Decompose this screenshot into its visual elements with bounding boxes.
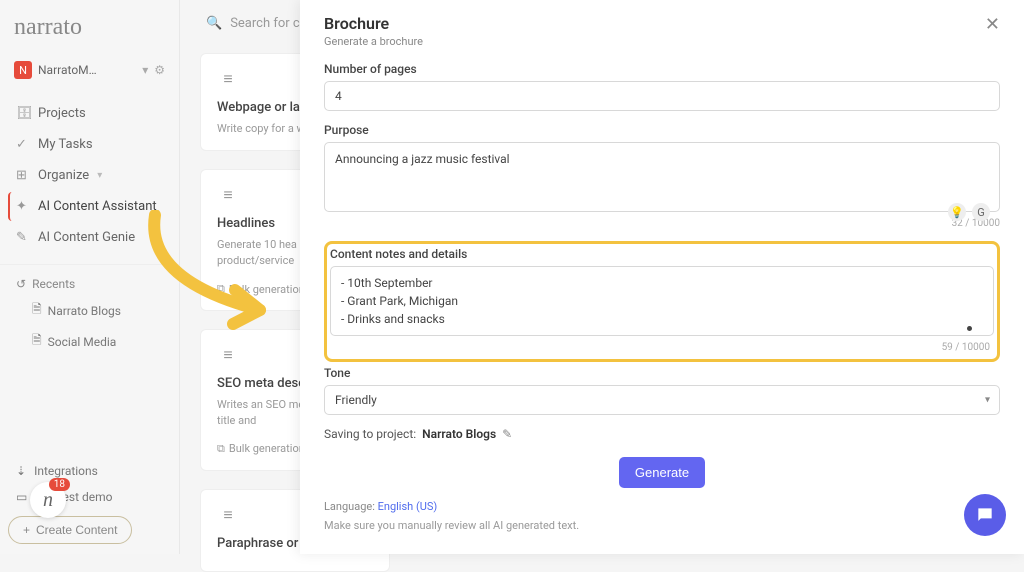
brochure-modal: Brochure Generate a brochure ✕ Number of…	[300, 0, 1024, 554]
purpose-counter: 32 / 10000	[324, 218, 1000, 229]
sidebar-item-integrations[interactable]: ⇣ Integrations	[8, 458, 171, 484]
copy-icon: ⧉	[217, 282, 225, 296]
copy-icon: ⧉	[217, 442, 225, 456]
divider	[0, 264, 179, 265]
modal-subtitle: Generate a brochure	[324, 35, 423, 48]
narrato-fab[interactable]: n 18	[30, 482, 66, 518]
chevron-down-icon: ▾	[97, 170, 102, 181]
create-content-button[interactable]: + Create Content	[8, 516, 132, 544]
sidebar-item-ai-content-assistant[interactable]: ✦ AI Content Assistant	[8, 192, 171, 221]
recents-item-label: Social Media	[48, 335, 117, 349]
chat-fab[interactable]	[964, 494, 1006, 536]
search-icon: 🔍	[206, 16, 222, 31]
sidebar-item-label: Organize	[38, 168, 89, 183]
lightbulb-icon[interactable]: 💡	[948, 203, 966, 221]
sidebar-item-label: AI Content Assistant	[38, 199, 157, 214]
recents-item-narrato-blogs[interactable]: 🗎 Narrato Blogs	[8, 295, 171, 326]
doc-icon: 🗎	[32, 331, 42, 352]
sidebar-item-ai-content-genie[interactable]: ✎ AI Content Genie	[8, 223, 171, 252]
chat-icon	[975, 505, 995, 525]
pages-input[interactable]	[324, 81, 1000, 111]
tone-select[interactable]: Friendly	[324, 385, 1000, 415]
lines-icon: ≡	[217, 504, 239, 526]
doc-icon: 🗎	[32, 300, 42, 321]
pencil-icon: ✎	[16, 230, 30, 245]
chevron-down-icon: ▾	[142, 63, 148, 77]
sidebar-item-projects[interactable]: 🗄 Projects	[8, 99, 171, 128]
sidebar-item-label: My Tasks	[38, 137, 93, 152]
purpose-textarea[interactable]	[324, 142, 1000, 212]
edit-icon[interactable]: ✎	[502, 427, 512, 441]
sidebar-item-my-tasks[interactable]: ✓ My Tasks	[8, 130, 171, 159]
plus-icon: +	[23, 523, 30, 537]
clock-icon: ↺	[16, 277, 26, 291]
recents-label: Recents	[32, 277, 75, 291]
disclaimer-text: Make sure you manually review all AI gen…	[324, 519, 1000, 532]
saving-prefix: Saving to project:	[324, 427, 416, 441]
gear-icon[interactable]: ⚙	[154, 63, 165, 77]
purpose-label: Purpose	[324, 123, 1000, 137]
sidebar: narrato N NarratoM… ▾ ⚙ 🗄 Projects ✓ My …	[0, 0, 180, 554]
language-value: English (US)	[378, 500, 438, 513]
typing-cursor-icon	[967, 326, 972, 331]
sidebar-item-organize[interactable]: ⊞ Organize ▾	[8, 161, 171, 190]
recents-item-social-media[interactable]: 🗎 Social Media	[8, 326, 171, 357]
lines-icon: ≡	[217, 344, 239, 366]
notes-label: Content notes and details	[330, 247, 994, 261]
create-content-label: Create Content	[36, 523, 117, 537]
briefcase-icon: 🗄	[16, 106, 30, 121]
organize-icon: ⊞	[16, 168, 30, 183]
generate-button[interactable]: Generate	[619, 457, 705, 488]
close-icon[interactable]: ✕	[985, 14, 1000, 35]
recents-item-label: Narrato Blogs	[48, 304, 121, 318]
language-row[interactable]: Language: English (US)	[324, 500, 1000, 513]
narrato-fab-letter: n	[43, 489, 53, 512]
lines-icon: ≡	[217, 184, 239, 206]
workspace-initial: N	[14, 61, 32, 79]
sidebar-item-label: Projects	[38, 106, 86, 121]
language-prefix: Language:	[324, 500, 375, 513]
notes-highlight: Content notes and details 59 / 10000	[324, 241, 1000, 362]
tone-label: Tone	[324, 366, 1000, 380]
grammarly-icon[interactable]: G	[972, 203, 990, 221]
calendar-icon: ▭	[16, 490, 27, 504]
sparkle-icon: ✦	[16, 199, 30, 214]
notes-textarea[interactable]	[330, 266, 994, 336]
recents-header[interactable]: ↺ Recents	[16, 277, 163, 291]
workspace-name: NarratoM…	[38, 63, 136, 77]
saving-to-project: Saving to project: Narrato Blogs ✎	[324, 427, 1000, 441]
sidebar-item-label: AI Content Genie	[38, 230, 135, 245]
lines-icon: ≡	[217, 68, 239, 90]
check-icon: ✓	[16, 137, 30, 152]
pages-label: Number of pages	[324, 62, 1000, 76]
logo: narrato	[14, 14, 165, 41]
saving-project-name: Narrato Blogs	[422, 427, 496, 441]
sidebar-item-label: Integrations	[34, 464, 98, 478]
notes-counter: 59 / 10000	[330, 342, 990, 353]
modal-title: Brochure	[324, 14, 423, 33]
notification-badge: 18	[49, 478, 70, 491]
workspace-switcher[interactable]: N NarratoM… ▾ ⚙	[8, 55, 171, 85]
download-icon: ⇣	[16, 464, 26, 478]
